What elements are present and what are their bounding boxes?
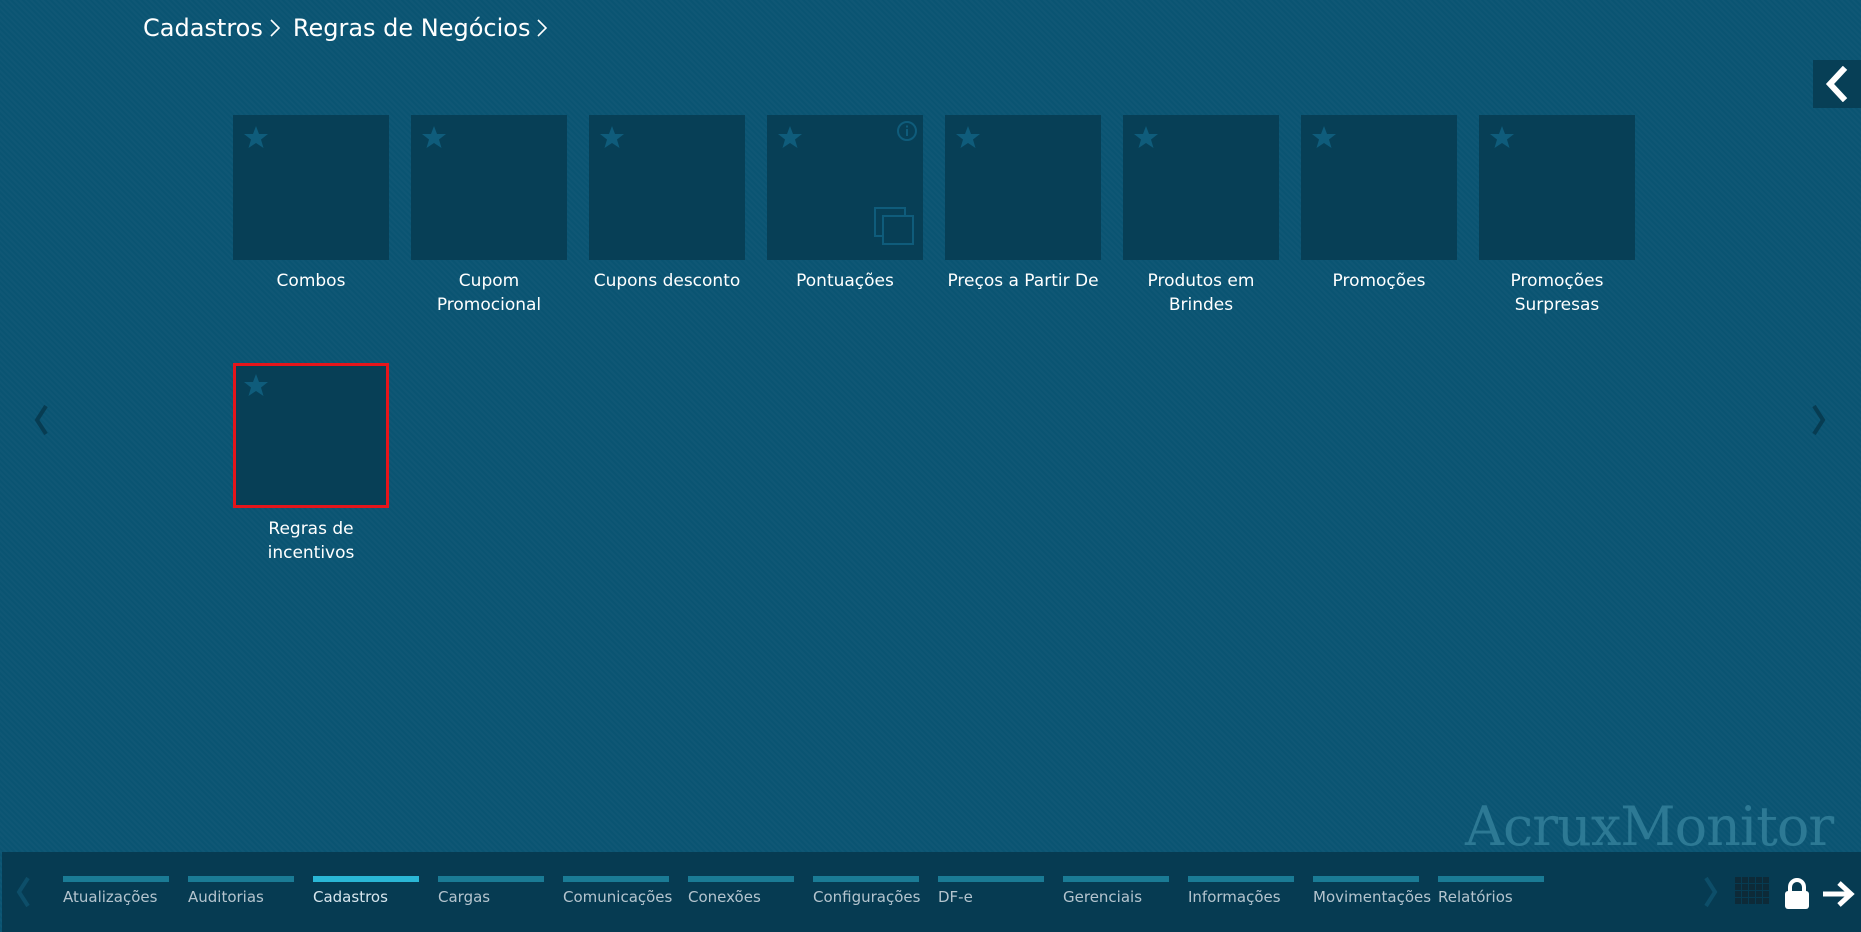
tab-label: Configurações: [813, 888, 921, 906]
tile[interactable]: Cupom Promocional: [411, 115, 567, 317]
arrow-right-icon: [1823, 881, 1855, 907]
tab-label: DF-e: [938, 888, 973, 906]
copy-icon[interactable]: [873, 206, 917, 252]
tab-label: Cargas: [438, 888, 491, 906]
collapse-panel-button[interactable]: [1813, 60, 1861, 108]
tab-indicator: [63, 876, 169, 882]
tab-label: Cadastros: [313, 888, 388, 906]
tab-label: Comunicações: [563, 888, 673, 906]
apps-grid-button[interactable]: [1735, 877, 1769, 913]
tab-indicator: [188, 876, 294, 882]
tile-label: Pontuações: [796, 271, 894, 291]
tab-label: Conexões: [688, 888, 761, 906]
tile[interactable]: Preços a Partir De: [945, 115, 1101, 293]
tile-label: Regras de incentivos: [267, 519, 355, 563]
tab-label: Atualizações: [63, 888, 158, 906]
footer-tab[interactable]: Cargas: [438, 876, 544, 906]
tile-label: Promoções: [1332, 271, 1426, 291]
tab-indicator: [1313, 876, 1419, 882]
tile-box: [1123, 115, 1279, 260]
tab-indicator: [563, 876, 669, 882]
tile-box: [589, 115, 745, 260]
tile-box: [1301, 115, 1457, 260]
tile-label: Cupom Promocional: [436, 271, 542, 315]
logout-button[interactable]: [1821, 880, 1855, 912]
tile[interactable]: Promoções Surpresas: [1479, 115, 1635, 317]
tile[interactable]: Promoções: [1301, 115, 1457, 293]
footer-tab[interactable]: Conexões: [688, 876, 794, 906]
tab-label: Movimentações: [1313, 888, 1432, 906]
chevron-right-icon: [1812, 404, 1826, 436]
tab-indicator: [313, 876, 419, 882]
footer-tab[interactable]: Gerenciais: [1063, 876, 1169, 906]
footer-tab[interactable]: Comunicações: [563, 876, 673, 906]
tab-indicator: [438, 876, 544, 882]
breadcrumb-item-cadastros[interactable]: Cadastros: [143, 14, 263, 42]
lock-icon: [1785, 878, 1809, 909]
tile-box: [1479, 115, 1635, 260]
tile[interactable]: Combos: [233, 115, 389, 293]
breadcrumb-item-regras-de-negocios[interactable]: Regras de Negócios: [293, 14, 531, 42]
tile-box: [767, 115, 923, 260]
chevron-left-icon: [34, 404, 48, 436]
module-tabs: Atualizações Auditorias Cadastros Cargas Com…: [63, 876, 1563, 906]
tile-label: Promoções Surpresas: [1510, 271, 1604, 315]
tile-label: Cupons desconto: [593, 271, 741, 291]
tab-indicator: [1438, 876, 1544, 882]
tab-label: Informações: [1188, 888, 1281, 906]
tab-label: Gerenciais: [1063, 888, 1143, 906]
footer-scroll-right-button[interactable]: [1702, 874, 1720, 914]
breadcrumb-separator-icon: [269, 17, 281, 39]
next-page-button[interactable]: [1810, 402, 1828, 442]
tile[interactable]: Cupons desconto: [589, 115, 745, 293]
tile[interactable]: Pontuações: [767, 115, 923, 293]
favorite-star-icon[interactable]: [421, 125, 447, 153]
chevron-right-icon: [1704, 876, 1718, 908]
info-icon[interactable]: [896, 120, 918, 146]
favorite-star-icon[interactable]: [1489, 125, 1515, 153]
tab-indicator: [813, 876, 919, 882]
tile[interactable]: Produtos em Brindes: [1123, 115, 1279, 317]
favorite-star-icon[interactable]: [599, 125, 625, 153]
favorite-star-icon[interactable]: [955, 125, 981, 153]
tile-label: Combos: [276, 271, 346, 291]
tile-label: Produtos em Brindes: [1147, 271, 1255, 315]
tile-box: [233, 363, 389, 508]
footer-scroll-left-button[interactable]: [14, 874, 32, 914]
tab-indicator: [1063, 876, 1169, 882]
tile[interactable]: Regras de incentivos: [233, 363, 389, 565]
tab-label: Relatórios: [1438, 888, 1513, 906]
grid-icon: [1735, 877, 1769, 904]
acruxmonitor-watermark: AcruxMonitor: [1465, 795, 1834, 858]
chevron-left-icon: [1825, 66, 1848, 102]
footer-tab[interactable]: Auditorias: [188, 876, 294, 906]
footer-tab[interactable]: DF-e: [938, 876, 1044, 906]
footer-tab[interactable]: Configurações: [813, 876, 921, 906]
favorite-star-icon[interactable]: [243, 125, 269, 153]
tab-indicator: [688, 876, 794, 882]
favorite-star-icon[interactable]: [777, 125, 803, 153]
tab-label: Auditorias: [188, 888, 264, 906]
tile-box: [945, 115, 1101, 260]
footer-tab[interactable]: Cadastros: [313, 876, 419, 906]
tile-label: Preços a Partir De: [947, 271, 1099, 291]
footer-tab[interactable]: Atualizações: [63, 876, 169, 906]
tile-box: [411, 115, 567, 260]
chevron-left-icon: [16, 876, 30, 908]
tab-indicator: [1188, 876, 1294, 882]
breadcrumb: Cadastros Regras de Negócios: [143, 14, 560, 42]
breadcrumb-separator-icon: [536, 17, 548, 39]
lock-button[interactable]: [1784, 878, 1810, 914]
previous-page-button[interactable]: [32, 402, 50, 442]
favorite-star-icon[interactable]: [1133, 125, 1159, 153]
tab-indicator: [938, 876, 1044, 882]
tile-box: [233, 115, 389, 260]
footer-bar: Atualizações Auditorias Cadastros Cargas Com…: [2, 852, 1861, 932]
footer-tab[interactable]: Informações: [1188, 876, 1294, 906]
footer-tab[interactable]: Relatórios: [1438, 876, 1544, 906]
favorite-star-icon[interactable]: [243, 373, 269, 401]
favorite-star-icon[interactable]: [1311, 125, 1337, 153]
footer-tab[interactable]: Movimentações: [1313, 876, 1432, 906]
